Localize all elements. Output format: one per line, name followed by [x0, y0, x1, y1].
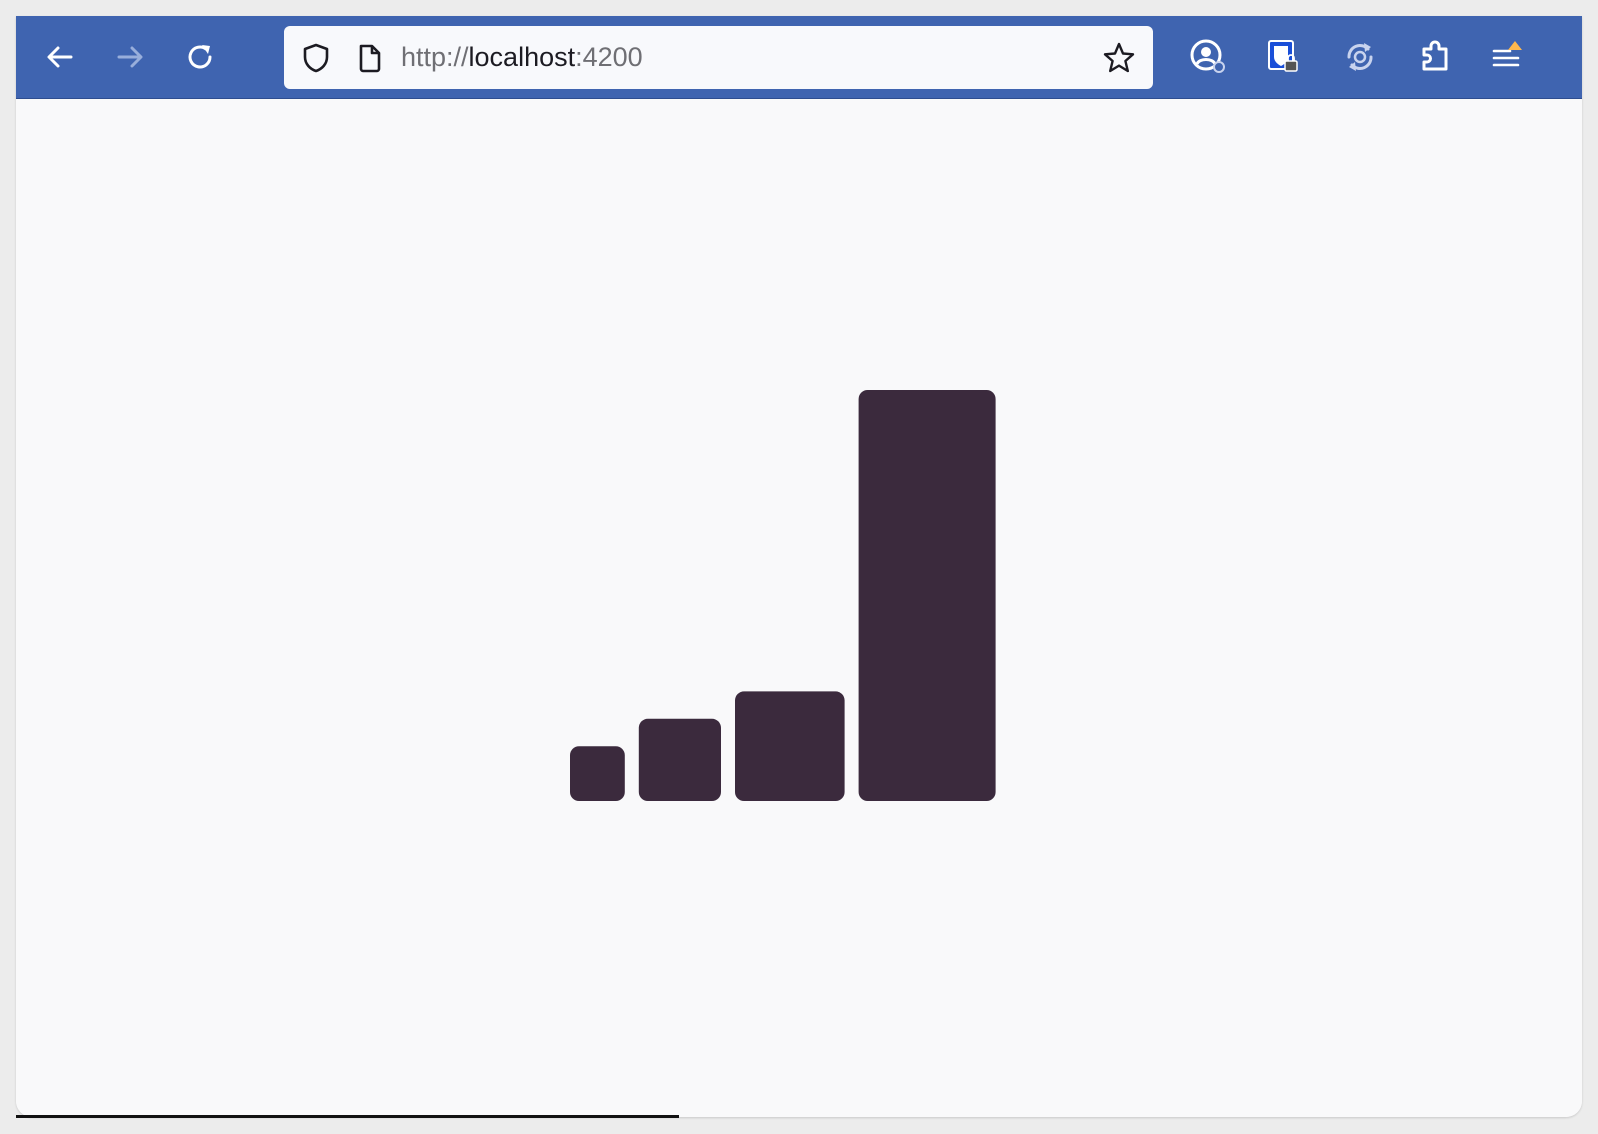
- url-text[interactable]: http://localhost:4200: [401, 26, 643, 89]
- browser-toolbar: http://localhost:4200: [16, 16, 1582, 99]
- star-icon: [1103, 42, 1135, 72]
- page-icon: [359, 44, 381, 72]
- arrow-left-icon: [47, 46, 73, 68]
- back-button[interactable]: [38, 37, 82, 77]
- forward-button[interactable]: [108, 37, 152, 77]
- menu-alert-icon: [1508, 41, 1522, 50]
- site-info-button[interactable]: [352, 26, 388, 89]
- taskbar-strip: [16, 1115, 679, 1118]
- url-host: localhost: [468, 42, 576, 72]
- puzzle-icon: [1422, 40, 1448, 71]
- tracking-protection-button[interactable]: [298, 26, 334, 89]
- account-icon: [1190, 39, 1225, 73]
- chart-bar-2: [638, 718, 721, 801]
- bar-chart: [570, 390, 996, 801]
- password-manager-icon: [1268, 40, 1298, 72]
- arrow-right-icon: [117, 46, 143, 68]
- chart-bar-3: [735, 691, 845, 801]
- sync-button[interactable]: [1338, 37, 1382, 77]
- reload-button[interactable]: [179, 37, 223, 77]
- hamburger-menu-icon: [1492, 41, 1522, 67]
- browser-window: http://localhost:4200: [16, 16, 1582, 1117]
- chart-bar-1: [570, 746, 625, 801]
- url-bar[interactable]: http://localhost:4200: [284, 26, 1153, 89]
- menu-button[interactable]: [1485, 37, 1529, 77]
- shield-icon: [303, 43, 329, 72]
- sync-icon: [1347, 43, 1373, 71]
- bookmark-button[interactable]: [1099, 26, 1139, 89]
- reload-icon: [188, 45, 212, 69]
- url-port: :4200: [575, 42, 643, 72]
- password-manager-button[interactable]: [1261, 37, 1305, 77]
- extensions-button[interactable]: [1414, 37, 1458, 77]
- url-scheme: http://: [401, 42, 469, 72]
- page-content: [16, 99, 1582, 1117]
- chart-bar-4: [858, 390, 996, 801]
- account-button[interactable]: [1186, 37, 1230, 77]
